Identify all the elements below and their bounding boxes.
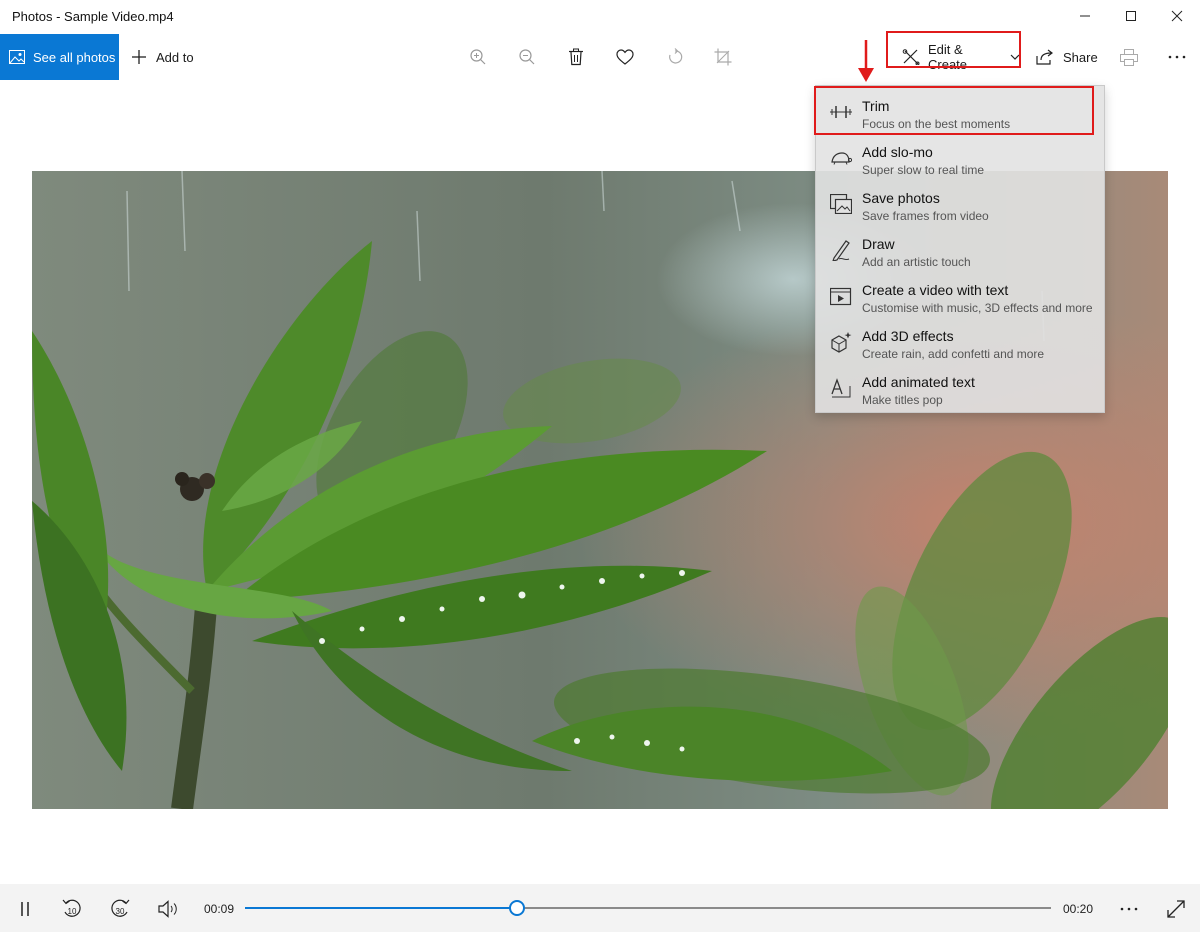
playback-bar: 10 30 00:09 00:20 [0, 884, 1200, 932]
menu-item-save-photos[interactable]: Save photos Save frames from video [816, 180, 1104, 226]
share-label: Share [1063, 49, 1098, 65]
pause-icon [21, 902, 29, 916]
svg-text:10: 10 [68, 907, 77, 916]
print-button[interactable] [1109, 34, 1149, 80]
favorite-button[interactable] [605, 34, 645, 80]
see-all-photos-button[interactable]: See all photos [0, 34, 119, 80]
menu-item-subtitle: Add an artistic touch [862, 255, 971, 269]
draw-icon [829, 238, 853, 262]
zoom-out-button[interactable] [507, 34, 547, 80]
close-icon [1171, 10, 1183, 22]
share-icon [1036, 49, 1054, 65]
menu-item-trim[interactable]: Trim Focus on the best moments [816, 88, 1104, 134]
animated-text-icon [829, 376, 853, 400]
rotate-button[interactable] [655, 34, 695, 80]
player-more-button[interactable] [1116, 896, 1142, 922]
fullscreen-icon [1167, 900, 1185, 918]
share-button[interactable]: Share [1036, 34, 1098, 80]
maximize-icon [1126, 11, 1136, 21]
edit-create-menu: Trim Focus on the best moments Add slo-m… [814, 85, 1105, 413]
menu-item-subtitle: Save frames from video [862, 209, 989, 223]
menu-item-add-slo-mo[interactable]: Add slo-mo Super slow to real time [816, 134, 1104, 180]
skip-forward-button[interactable]: 30 [107, 896, 133, 922]
heart-icon [616, 49, 634, 65]
edit-create-label: Edit & Create [928, 42, 968, 72]
window-title: Photos - Sample Video.mp4 [12, 9, 174, 24]
seek-progress [245, 907, 517, 909]
close-button[interactable] [1154, 0, 1200, 32]
menu-item-title: Create a video with text [862, 282, 1009, 298]
menu-item-subtitle: Customise with music, 3D effects and mor… [862, 301, 1093, 315]
menu-item-subtitle: Create rain, add confetti and more [862, 347, 1045, 361]
menu-item-title: Draw [862, 236, 895, 252]
annotation-arrow [858, 40, 874, 82]
zoom-in-icon [470, 49, 486, 65]
menu-item-subtitle: Super slow to real time [862, 163, 985, 177]
pause-button[interactable] [12, 896, 38, 922]
save-photos-icon [829, 192, 853, 216]
menu-item-subtitle: Focus on the best moments [862, 117, 1011, 131]
menu-item-title: Add slo-mo [862, 144, 933, 160]
edit-create-icon [902, 49, 920, 65]
add-to-label: Add to [156, 49, 194, 65]
trim-icon [829, 100, 853, 124]
total-time: 00:20 [1063, 902, 1094, 916]
menu-item-draw[interactable]: Draw Add an artistic touch [816, 226, 1104, 272]
plus-icon [131, 49, 147, 65]
menu-item-add-animated-text[interactable]: Add animated text Make titles pop [816, 364, 1104, 410]
svg-text:30: 30 [116, 907, 125, 916]
photos-icon [9, 50, 25, 64]
more-options-button[interactable] [1157, 34, 1197, 80]
delete-button[interactable] [556, 34, 596, 80]
zoom-in-button[interactable] [458, 34, 498, 80]
video-text-icon [829, 284, 853, 308]
rotate-icon [669, 48, 683, 64]
current-time: 00:09 [204, 902, 235, 916]
volume-icon [158, 900, 177, 918]
seek-thumb[interactable] [508, 900, 525, 916]
more-icon [1120, 907, 1138, 911]
turtle-icon [829, 146, 853, 170]
menu-item-title: Add 3D effects [862, 328, 954, 344]
menu-item-title: Trim [862, 98, 890, 114]
add-to-button[interactable]: Add to [131, 34, 194, 80]
skip-back-icon: 10 [62, 899, 81, 917]
menu-item-title: Save photos [862, 190, 940, 206]
maximize-button[interactable] [1108, 0, 1154, 32]
skip-back-button[interactable]: 10 [59, 896, 85, 922]
title-bar: Photos - Sample Video.mp4 [0, 0, 1200, 34]
more-icon [1168, 55, 1186, 59]
menu-item-create-video-with-text[interactable]: Create a video with text Customise with … [816, 272, 1104, 318]
minimize-icon [1080, 15, 1090, 17]
skip-forward-icon: 30 [111, 899, 130, 917]
fullscreen-button[interactable] [1163, 896, 1189, 922]
edit-create-button[interactable]: Edit & Create [888, 34, 1020, 80]
crop-button[interactable] [703, 34, 743, 80]
seek-bar[interactable] [245, 900, 1051, 916]
see-all-photos-label: See all photos [33, 49, 116, 65]
zoom-out-icon [519, 49, 535, 65]
menu-item-subtitle: Make titles pop [862, 393, 943, 407]
volume-button[interactable] [156, 896, 182, 922]
menu-item-add-3d-effects[interactable]: Add 3D effects Create rain, add confetti… [816, 318, 1104, 364]
print-icon [1120, 48, 1138, 66]
minimize-button[interactable] [1062, 0, 1108, 32]
chevron-down-icon [1010, 54, 1020, 61]
3d-effects-icon [829, 330, 853, 354]
trash-icon [569, 48, 583, 66]
toolbar: See all photos Add to Edit & Create Shar… [0, 31, 1200, 80]
crop-icon [714, 48, 732, 66]
menu-item-title: Add animated text [862, 374, 975, 390]
